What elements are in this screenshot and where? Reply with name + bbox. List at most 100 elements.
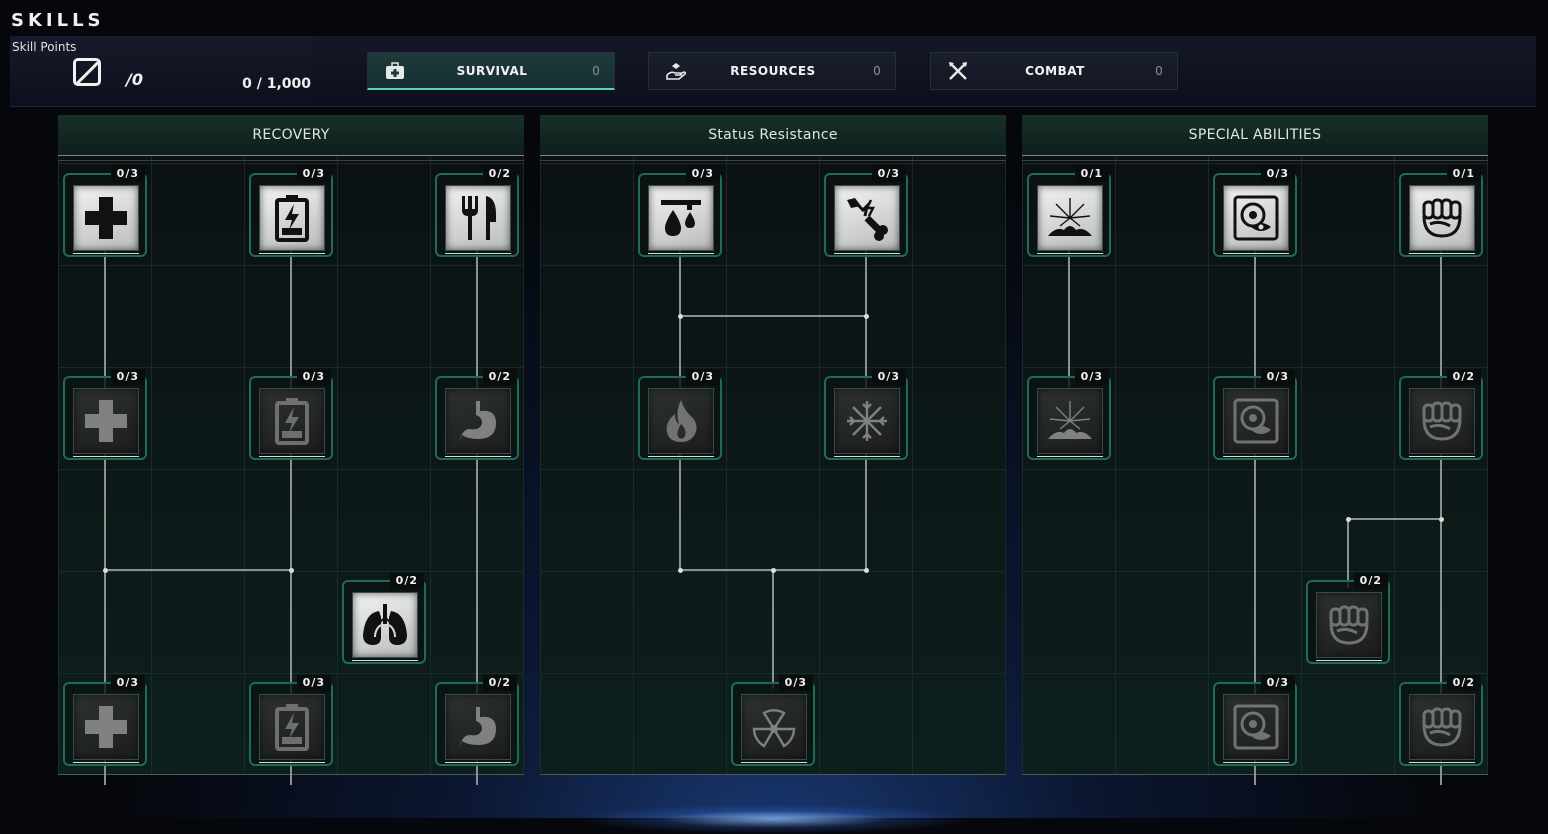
page-title: SKILLS bbox=[11, 10, 105, 31]
eye-scanner-icon bbox=[1233, 398, 1279, 444]
crossed-weapons-icon bbox=[947, 60, 969, 82]
stomach-icon bbox=[460, 707, 496, 747]
tab-count: 0 bbox=[1155, 64, 1163, 78]
skill-node[interactable]: 0/3 bbox=[249, 369, 333, 460]
skill-node[interactable]: 0/2 bbox=[435, 675, 519, 766]
skill-node[interactable]: 0/3 bbox=[1213, 166, 1297, 257]
connector-line bbox=[104, 569, 292, 571]
skill-level: 0/3 bbox=[1074, 369, 1109, 385]
skill-level: 0/2 bbox=[482, 369, 517, 385]
eye-scanner-icon bbox=[1233, 704, 1279, 750]
skill-level: 0/3 bbox=[110, 369, 145, 385]
skill-node[interactable]: 0/3 bbox=[63, 675, 147, 766]
fork-knife-icon bbox=[462, 196, 496, 240]
skill-level: 0/1 bbox=[1074, 166, 1109, 182]
skill-points-progress: 0 / 1,000 bbox=[242, 76, 311, 92]
skill-node[interactable]: 0/3 bbox=[63, 369, 147, 460]
resource-hand-icon bbox=[665, 60, 687, 82]
skill-node[interactable]: 0/2 bbox=[1399, 675, 1483, 766]
medical-cross-icon bbox=[85, 400, 127, 442]
skill-level: 0/3 bbox=[871, 369, 906, 385]
skill-level: 0/3 bbox=[296, 369, 331, 385]
panel-title: SPECIAL ABILITIES bbox=[1022, 115, 1488, 161]
connector-line bbox=[1068, 247, 1070, 387]
connector-node bbox=[289, 568, 294, 573]
tab-combat[interactable]: COMBAT 0 bbox=[930, 52, 1178, 90]
flame-icon bbox=[666, 400, 697, 442]
skill-level: 0/3 bbox=[296, 166, 331, 182]
skill-node[interactable]: 0/3 bbox=[824, 369, 908, 460]
battery-icon bbox=[275, 704, 309, 751]
connector-node bbox=[864, 314, 869, 319]
panel-special-abilities: SPECIAL ABILITIES 0/1 0/3 0/1 0/3 0/3 0/… bbox=[1022, 115, 1488, 785]
skill-node[interactable]: 0/3 bbox=[63, 166, 147, 257]
skill-level: 0/3 bbox=[110, 166, 145, 182]
connector-node bbox=[678, 314, 683, 319]
skill-node[interactable]: 0/1 bbox=[1027, 166, 1111, 257]
skill-level: 0/2 bbox=[389, 573, 424, 589]
skill-node[interactable]: 0/3 bbox=[638, 369, 722, 460]
tab-label: RESOURCES bbox=[730, 64, 816, 78]
skill-node[interactable]: 0/3 bbox=[824, 166, 908, 257]
skill-points-panel: Skill Points /0 0 / 1,000 bbox=[10, 36, 313, 106]
skill-node[interactable]: 0/3 bbox=[1027, 369, 1111, 460]
impact-burst-icon bbox=[1048, 198, 1092, 236]
panel-title: RECOVERY bbox=[58, 115, 524, 161]
skill-node[interactable]: 0/3 bbox=[731, 675, 815, 766]
tab-label: SURVIVAL bbox=[456, 63, 528, 78]
radiation-icon bbox=[752, 709, 796, 748]
skill-points-fraction: /0 bbox=[126, 70, 143, 89]
skill-level: 0/3 bbox=[110, 675, 145, 691]
skill-node[interactable]: 0/3 bbox=[1213, 369, 1297, 460]
skill-level: 0/3 bbox=[871, 166, 906, 182]
skill-node[interactable]: 0/3 bbox=[638, 166, 722, 257]
connector-node bbox=[678, 568, 683, 573]
skill-level: 0/2 bbox=[482, 675, 517, 691]
connector-node bbox=[864, 568, 869, 573]
skill-node[interactable]: 0/2 bbox=[1399, 369, 1483, 460]
fist-icon bbox=[1422, 707, 1462, 747]
tab-resources[interactable]: RESOURCES 0 bbox=[648, 52, 896, 90]
background-glow bbox=[574, 804, 974, 834]
connector-node bbox=[1346, 517, 1351, 522]
skill-node[interactable]: 0/3 bbox=[1213, 675, 1297, 766]
connector-line bbox=[1347, 518, 1442, 520]
skill-node[interactable]: 0/2 bbox=[342, 573, 426, 664]
skill-level: 0/3 bbox=[1260, 166, 1295, 182]
skill-level: 0/2 bbox=[1446, 369, 1481, 385]
medical-cross-icon bbox=[85, 706, 127, 748]
skill-point-icon bbox=[73, 58, 101, 86]
lungs-icon bbox=[363, 604, 407, 645]
connector-line bbox=[1347, 518, 1349, 588]
skill-node[interactable]: 0/3 bbox=[249, 166, 333, 257]
panel-title: Status Resistance bbox=[540, 115, 1006, 161]
connector-line bbox=[772, 569, 774, 689]
battery-icon bbox=[275, 195, 309, 242]
drip-icon bbox=[661, 200, 701, 236]
panel-status-resistance: Status Resistance 0/3 0/3 0/3 0/3 0/3 bbox=[540, 115, 1006, 775]
tab-count: 0 bbox=[592, 63, 600, 78]
tab-count: 0 bbox=[873, 64, 881, 78]
skill-node[interactable]: 0/2 bbox=[435, 166, 519, 257]
medkit-icon bbox=[384, 60, 406, 82]
snowflake-icon bbox=[847, 401, 887, 441]
skill-level: 0/3 bbox=[685, 369, 720, 385]
stomach-icon bbox=[460, 401, 496, 441]
impact-burst-icon bbox=[1048, 401, 1092, 439]
skill-level: 0/3 bbox=[685, 166, 720, 182]
connector-node bbox=[771, 568, 776, 573]
skill-node[interactable]: 0/1 bbox=[1399, 166, 1483, 257]
tab-survival[interactable]: SURVIVAL 0 bbox=[367, 52, 615, 90]
skill-level: 0/3 bbox=[778, 675, 813, 691]
fist-icon bbox=[1329, 605, 1369, 645]
skill-level: 0/2 bbox=[1446, 675, 1481, 691]
skill-level: 0/3 bbox=[1260, 675, 1295, 691]
connector-line bbox=[679, 315, 867, 317]
skill-node[interactable]: 0/2 bbox=[1306, 573, 1390, 664]
medical-cross-icon bbox=[85, 197, 127, 239]
tab-label: COMBAT bbox=[1025, 64, 1085, 78]
fist-icon bbox=[1422, 198, 1462, 238]
connector-node bbox=[1439, 517, 1444, 522]
skill-node[interactable]: 0/3 bbox=[249, 675, 333, 766]
skill-node[interactable]: 0/2 bbox=[435, 369, 519, 460]
